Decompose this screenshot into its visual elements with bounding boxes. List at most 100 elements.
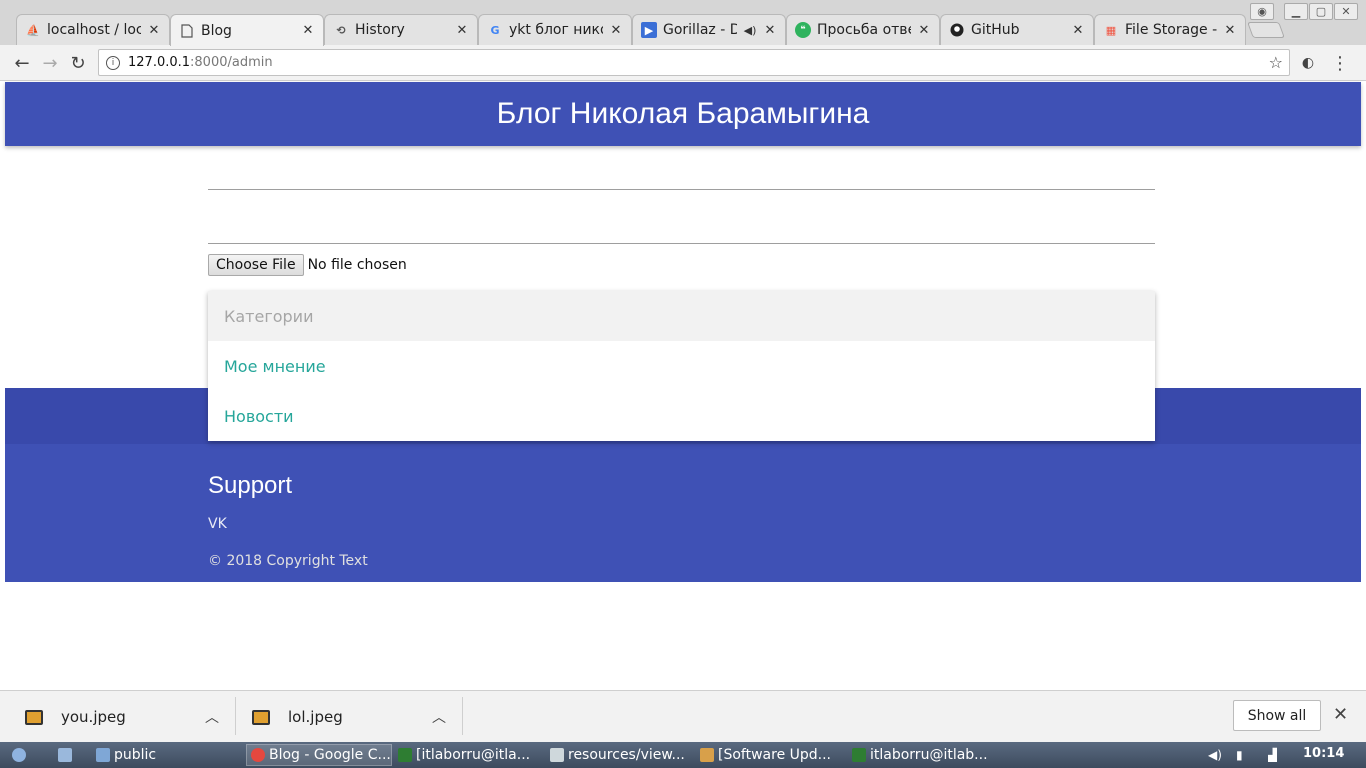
os-taskbar: public Blog - Google C... [itlaborru@itl…: [0, 742, 1366, 768]
url-host: 127.0.0.1: [128, 55, 191, 70]
tab-title: Просьба отве: [817, 22, 911, 38]
package-icon: [700, 748, 714, 762]
divider: [462, 697, 463, 735]
start-icon: [12, 748, 26, 762]
back-arrow-icon[interactable]: ←: [10, 51, 34, 75]
download-shelf: you.jpeg ︿ lol.jpeg ︿ Show all ✕: [0, 690, 1366, 742]
tab-title: GitHub: [971, 22, 1020, 38]
taskbar-item-label: [itlaborru@itla...: [416, 747, 531, 763]
dropdown-option-placeholder: Категории: [208, 291, 1155, 341]
battery-icon[interactable]: ▮: [1236, 744, 1243, 766]
url-path: :8000/admin: [190, 55, 273, 70]
close-tab-icon[interactable]: ✕: [609, 23, 623, 38]
speaker-icon: ◀): [743, 23, 757, 37]
minimize-button[interactable]: ▁: [1284, 3, 1308, 20]
text-input[interactable]: [208, 243, 1155, 244]
site-header: Блог Николая Барамыгина: [5, 82, 1361, 146]
close-tab-icon[interactable]: ✕: [455, 23, 469, 38]
show-desktop-icon[interactable]: [58, 744, 76, 766]
play-icon: ▶: [641, 22, 657, 38]
taskbar-item-label: Blog - Google C...: [269, 747, 391, 763]
bookmark-star-icon[interactable]: ☆: [1269, 53, 1283, 72]
image-file-icon: [25, 709, 43, 725]
tab-file-storage[interactable]: ▦ File Storage - ✕: [1094, 14, 1246, 45]
volume-icon[interactable]: ◀): [1208, 744, 1222, 766]
github-icon: [949, 22, 965, 38]
chrome-icon: [251, 748, 265, 762]
copyright: © 2018 Copyright Text: [208, 553, 368, 569]
taskbar-item[interactable]: itlaborru@itlab...: [852, 744, 998, 766]
taskbar-item[interactable]: resources/view...: [550, 744, 696, 766]
tab-strip: ⛵ localhost / loc ✕ Blog ✕ ⟲ History ✕ G…: [0, 0, 1366, 46]
file-status: No file chosen: [307, 257, 407, 273]
tab-title: File Storage -: [1125, 22, 1217, 38]
tab-google-search[interactable]: G ykt блог нико ✕: [478, 14, 632, 45]
footer-heading: Support: [208, 472, 293, 499]
clock[interactable]: 10:14: [1303, 746, 1344, 761]
tab-title: History: [355, 22, 405, 38]
close-window-button[interactable]: ✕: [1334, 3, 1358, 20]
taskbar-item[interactable]: [itlaborru@itla...: [398, 744, 544, 766]
dropdown-option-opinion[interactable]: Мое мнение: [208, 341, 1155, 391]
info-icon[interactable]: i: [106, 55, 120, 70]
file-input: Choose File No file chosen: [208, 254, 407, 276]
chevron-up-icon[interactable]: ︿: [432, 707, 446, 727]
site-title: Блог Николая Барамыгина: [496, 97, 870, 130]
tab-github[interactable]: GitHub ✕: [940, 14, 1094, 45]
start-menu-icon[interactable]: [12, 744, 30, 766]
reload-icon[interactable]: ↻: [66, 51, 90, 75]
taskbar-item-label: resources/view...: [568, 747, 685, 763]
close-tab-icon[interactable]: ✕: [763, 23, 777, 38]
download-filename: lol.jpeg: [288, 708, 343, 726]
phpmyadmin-icon: ⛵: [26, 23, 40, 37]
tab-title: ykt блог нико: [509, 22, 603, 38]
download-item[interactable]: you.jpeg ︿: [25, 691, 225, 743]
page-viewport: Блог Николая Барамыгина Choose File No f…: [5, 82, 1361, 690]
vk-link[interactable]: VK: [208, 516, 227, 532]
close-tab-icon[interactable]: ✕: [917, 23, 931, 38]
chevron-up-icon[interactable]: ︿: [205, 707, 219, 727]
tab-history[interactable]: ⟲ History ✕: [324, 14, 478, 45]
taskbar-item[interactable]: Blog - Google C...: [246, 744, 392, 766]
taskbar-item-label: public: [114, 747, 157, 763]
tab-hangouts[interactable]: ❝ Просьба отве ✕: [786, 14, 940, 45]
title-input[interactable]: [208, 189, 1155, 190]
taskbar-item[interactable]: [Software Upd...: [700, 744, 846, 766]
google-icon: G: [490, 23, 500, 37]
close-icon[interactable]: ✕: [1333, 704, 1348, 725]
show-all-button[interactable]: Show all: [1233, 700, 1321, 731]
browser-toolbar: ← → ↻ i 127.0.0.1 :8000/admin ☆ ◐ ⋮: [0, 45, 1366, 81]
choose-file-button[interactable]: Choose File: [208, 254, 304, 276]
close-tab-icon[interactable]: ✕: [147, 23, 161, 38]
tab-phpmyadmin[interactable]: ⛵ localhost / loc ✕: [16, 14, 170, 45]
tab-title: Blog: [201, 22, 232, 39]
close-tab-icon[interactable]: ✕: [1071, 23, 1085, 38]
address-bar[interactable]: i 127.0.0.1 :8000/admin ☆: [98, 49, 1290, 76]
menu-dots-icon[interactable]: ⋮: [1328, 51, 1352, 75]
profile-icon[interactable]: ◉: [1250, 3, 1274, 20]
terminal-icon: [852, 748, 866, 762]
close-tab-icon[interactable]: ✕: [1223, 23, 1237, 38]
network-icon[interactable]: ▟: [1268, 744, 1277, 766]
tab-title: localhost / loc: [47, 22, 141, 38]
category-dropdown: Категории Мое мнение Новости: [208, 291, 1155, 441]
taskbar-item[interactable]: public: [96, 744, 236, 766]
history-icon: ⟲: [336, 23, 346, 37]
page-icon: [179, 23, 195, 39]
forward-arrow-icon[interactable]: →: [38, 51, 62, 75]
download-filename: you.jpeg: [61, 708, 126, 726]
new-tab-button[interactable]: [1247, 22, 1285, 38]
dropdown-option-news[interactable]: Новости: [208, 391, 1155, 441]
divider: [235, 697, 236, 735]
download-item[interactable]: lol.jpeg ︿: [252, 691, 452, 743]
terminal-icon: [398, 748, 412, 762]
close-tab-icon[interactable]: ✕: [301, 23, 315, 38]
tab-blog[interactable]: Blog ✕: [170, 14, 324, 46]
maximize-button[interactable]: ▢: [1309, 3, 1333, 20]
image-file-icon: [252, 709, 270, 725]
tab-title: Gorillaz - Di: [663, 22, 737, 38]
extension-icon[interactable]: ◐: [1296, 51, 1320, 75]
folder-icon: [96, 748, 110, 762]
tab-gorillaz[interactable]: ▶ Gorillaz - Di ◀) ✕: [632, 14, 786, 45]
laravel-icon: ▦: [1105, 23, 1117, 37]
